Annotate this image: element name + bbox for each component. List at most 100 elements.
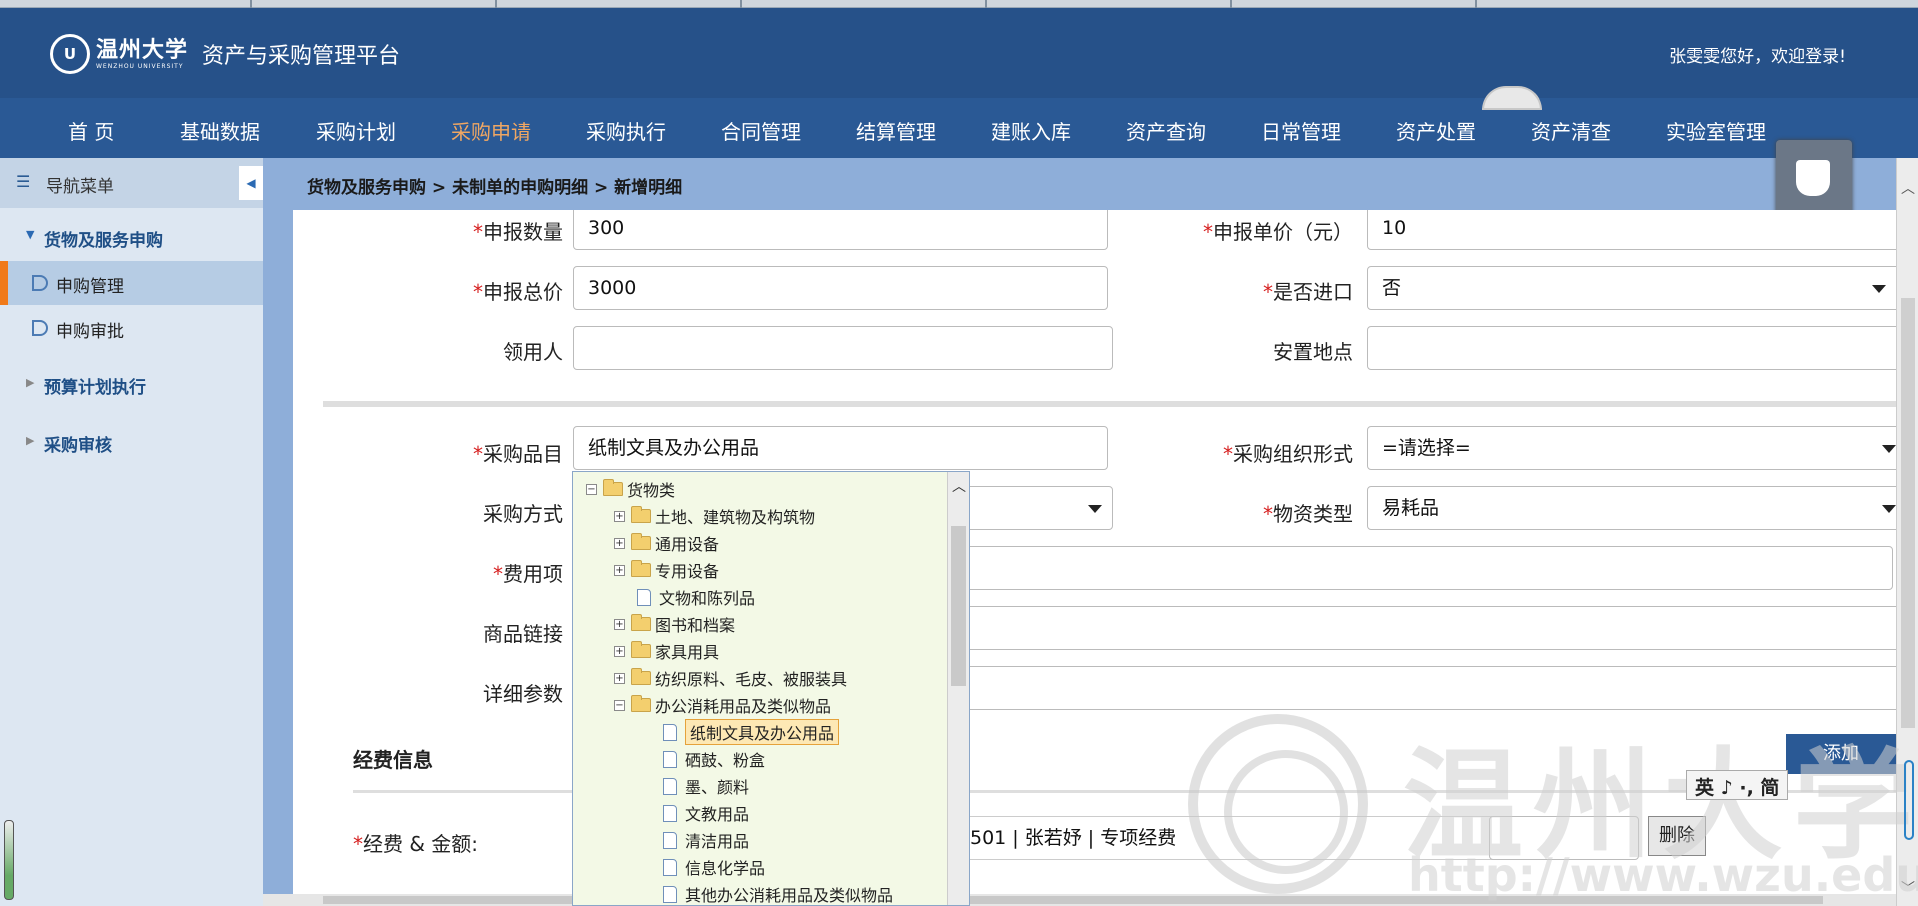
tree-node[interactable]: + 家具用具 <box>614 640 719 662</box>
nav-purchase-request[interactable]: 采购申请 <box>451 116 531 145</box>
tree-node[interactable]: 信息化学品 <box>663 856 765 878</box>
tree-node-label: 家具用具 <box>655 643 720 662</box>
unit-price-label: *申报单价（元） <box>1203 220 1353 244</box>
sidebar-group-budget[interactable]: 预算计划执行 <box>44 373 146 398</box>
add-funding-button[interactable]: 添加 <box>1786 734 1896 774</box>
tree-node-label: 土地、建筑物及构筑物 <box>655 508 816 527</box>
tree-node[interactable]: 墨、颜料 <box>663 775 749 797</box>
tree-node[interactable]: − 办公消耗用品及类似物品 <box>614 694 831 716</box>
tree-node[interactable]: 硒鼓、粉盒 <box>663 748 765 770</box>
scroll-thumb[interactable] <box>323 896 1823 904</box>
folder-icon <box>631 560 651 577</box>
nav-accounting[interactable]: 建账入库 <box>991 116 1071 145</box>
link-label: 商品链接 <box>483 622 563 646</box>
sidebar-group-review[interactable]: 采购审核 <box>44 431 112 456</box>
document-icon <box>663 858 677 876</box>
expand-toggle-icon[interactable]: + <box>614 564 625 576</box>
tree-node-label: 纸制文具及办公用品 <box>685 719 840 745</box>
document-icon <box>663 885 677 903</box>
tree-node[interactable]: 其他办公消耗用品及类似物品 <box>663 883 893 905</box>
expand-caret-icon: ▼ <box>26 228 35 241</box>
nav-lab[interactable]: 实验室管理 <box>1666 116 1766 145</box>
university-name-en: WENZHOU UNIVERSITY <box>96 62 184 70</box>
tree-node[interactable]: + 图书和档案 <box>614 613 735 635</box>
nav-home[interactable]: 首 页 <box>68 116 114 145</box>
unit-price-input[interactable]: 10 <box>1367 210 1896 250</box>
collapsed-caret-icon: ▶ <box>26 376 35 389</box>
tree-node[interactable]: + 专用设备 <box>614 559 719 581</box>
horizontal-scrollbar[interactable] <box>263 894 1896 906</box>
sidebar-item-request-manage[interactable]: 申购管理 <box>0 261 263 305</box>
nav-procurement-plan[interactable]: 采购计划 <box>316 116 396 145</box>
nav-procurement-exec[interactable]: 采购执行 <box>586 116 666 145</box>
ime-toolbar[interactable]: 英 ♪ ·, 简 <box>1686 770 1789 800</box>
tree-node[interactable]: + 纺织原料、毛皮、被服装具 <box>614 667 847 689</box>
folder-open-icon <box>631 695 651 712</box>
recipient-input[interactable] <box>573 326 1113 370</box>
org-form-label: *采购组织形式 <box>1223 442 1353 466</box>
nav-base-data[interactable]: 基础数据 <box>180 116 260 145</box>
scroll-thumb[interactable] <box>1901 298 1915 728</box>
folder-icon <box>631 668 651 685</box>
dropdown-arrow-icon <box>1872 285 1886 293</box>
params-label: 详细参数 <box>483 682 563 706</box>
tree-node[interactable]: 文物和陈列品 <box>637 586 755 608</box>
sidebar-item-request-approve[interactable]: 申购审批 <box>0 306 263 350</box>
expand-toggle-icon[interactable]: + <box>614 537 625 549</box>
expand-toggle-icon[interactable]: + <box>614 645 625 657</box>
expand-toggle-icon[interactable]: + <box>614 618 625 630</box>
category-input[interactable]: 纸制文具及办公用品 <box>573 426 1108 470</box>
collapse-sidebar-button[interactable]: ◀ <box>239 166 263 200</box>
delete-funding-button[interactable]: 删除 <box>1648 816 1706 856</box>
nav-settlement[interactable]: 结算管理 <box>856 116 936 145</box>
expand-toggle-icon[interactable]: + <box>614 672 625 684</box>
total-label: *申报总价 <box>473 280 563 304</box>
scroll-thumb[interactable] <box>951 526 966 686</box>
tree-node-label: 货物类 <box>627 481 676 500</box>
material-select[interactable]: 易耗品 <box>1367 486 1896 530</box>
scroll-down-icon[interactable]: ﹀ <box>1901 878 1915 898</box>
university-logo[interactable]: U 温州大学 WENZHOU UNIVERSITY 资产与采购管理平台 <box>50 34 400 74</box>
nav-asset-query[interactable]: 资产查询 <box>1126 116 1206 145</box>
document-icon <box>637 588 651 606</box>
tree-node[interactable]: − 货物类 <box>586 478 675 500</box>
dropdown-arrow-icon <box>1882 505 1896 513</box>
page-icon <box>32 320 48 336</box>
category-label: *采购品目 <box>473 442 563 466</box>
org-form-select[interactable]: =请选择= <box>1367 426 1896 470</box>
category-tree-dropdown[interactable]: − 货物类 + 土地、建筑物及构筑物 + 通用设备 + 专用设备 文物和陈列品 + 图书和… <box>572 471 970 906</box>
document-icon <box>663 723 677 741</box>
tree-node-selected[interactable]: 纸制文具及办公用品 <box>663 719 840 745</box>
form-panel: *申报数量 300 *申报单价（元） 10 *申报总价 3000 *是否进口 否… <box>293 210 1896 906</box>
tree-node-label: 纺织原料、毛皮、被服装具 <box>655 670 848 689</box>
nav-daily[interactable]: 日常管理 <box>1261 116 1341 145</box>
top-navigation: 首 页 基础数据 采购计划 采购申请 采购执行 合同管理 结算管理 建账入库 资… <box>0 98 1918 158</box>
sidebar-group-goods[interactable]: 货物及服务申购 <box>44 226 163 251</box>
location-input[interactable] <box>1367 326 1896 370</box>
browser-tab-strip <box>0 0 1918 8</box>
nav-contract[interactable]: 合同管理 <box>721 116 801 145</box>
dropdown-arrow-icon <box>1088 505 1102 513</box>
import-select[interactable]: 否 <box>1367 266 1896 310</box>
tree-node[interactable]: + 通用设备 <box>614 532 719 554</box>
sidebar-item-label: 申购管理 <box>56 277 124 297</box>
tree-node[interactable]: + 土地、建筑物及构筑物 <box>614 505 815 527</box>
scroll-up-icon[interactable]: ︿ <box>952 476 966 496</box>
tree-node[interactable]: 清洁用品 <box>663 829 749 851</box>
tree-node-label: 文物和陈列品 <box>659 589 756 608</box>
tree-node[interactable]: 文教用品 <box>663 802 749 824</box>
scroll-up-icon[interactable]: ︿ <box>1901 178 1915 198</box>
sidebar-title: 导航菜单 <box>46 177 114 197</box>
expand-toggle-icon[interactable]: + <box>614 510 625 522</box>
collapse-toggle-icon[interactable]: − <box>586 483 597 495</box>
nav-disposal[interactable]: 资产处置 <box>1396 116 1476 145</box>
qty-input[interactable]: 300 <box>573 210 1108 250</box>
floating-tool-button[interactable] <box>1776 140 1852 216</box>
funding-amount-input[interactable] <box>1489 816 1639 860</box>
total-input[interactable]: 3000 <box>573 266 1108 310</box>
sidebar: ☰ 导航菜单 ◀ ▼ 货物及服务申购 申购管理 申购审批 ▶ 预算计划执行 ▶ … <box>0 158 263 906</box>
collapse-toggle-icon[interactable]: − <box>614 699 625 711</box>
material-label: *物资类型 <box>1263 502 1353 526</box>
tree-scrollbar[interactable]: ︿ <box>947 472 969 905</box>
nav-inventory[interactable]: 资产清查 <box>1531 116 1611 145</box>
